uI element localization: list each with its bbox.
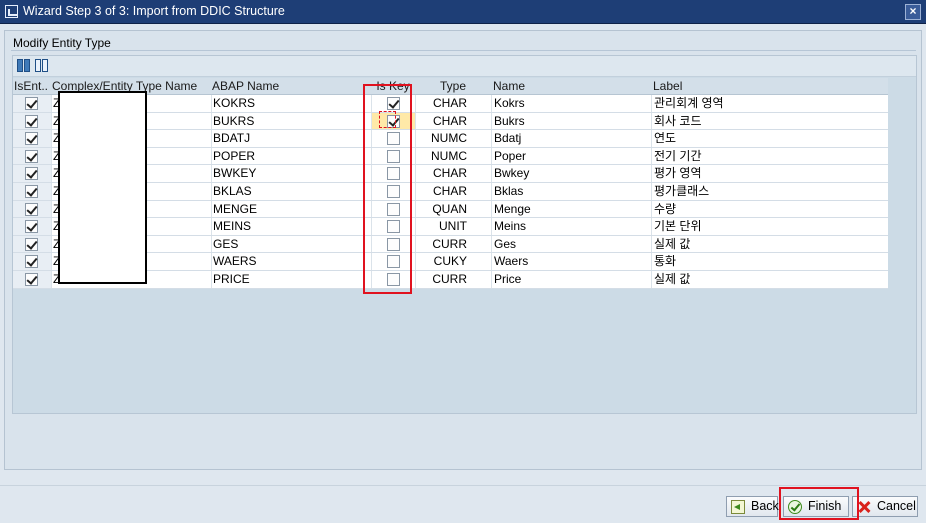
name-cell[interactable]: Price [491, 270, 651, 288]
back-button[interactable]: Back [726, 496, 779, 517]
is-entity-checkbox[interactable] [25, 184, 38, 198]
type-cell: CHAR [415, 182, 491, 200]
label-cell[interactable]: 평가클래스 [651, 182, 888, 200]
cancel-label: Cancel [877, 499, 916, 513]
is-entity-cell [13, 270, 51, 288]
is-entity-cell [13, 147, 51, 165]
type-cell: NUMC [415, 147, 491, 165]
grid-toolbar [13, 56, 916, 77]
name-cell[interactable]: Menge [491, 200, 651, 218]
header-is-entity[interactable]: IsEnt.. [13, 78, 51, 94]
type-cell: CURR [415, 270, 491, 288]
name-cell[interactable]: Kokrs [491, 95, 651, 112]
label-cell[interactable]: 회사 코드 [651, 112, 888, 130]
label-cell[interactable]: 기본 단위 [651, 218, 888, 235]
label-cell[interactable]: 관리회계 영역 [651, 95, 888, 112]
is-entity-cell [13, 130, 51, 147]
name-cell[interactable]: Bukrs [491, 112, 651, 130]
name-cell[interactable]: Meins [491, 218, 651, 235]
abap-name-cell: BDATJ [211, 130, 371, 147]
is-entity-cell [13, 165, 51, 182]
abap-name-cell: MEINS [211, 218, 371, 235]
window-title: Wizard Step 3 of 3: Import from DDIC Str… [23, 4, 285, 18]
group-divider [11, 50, 916, 51]
type-cell: CUKY [415, 253, 491, 270]
back-label: Back [751, 499, 779, 513]
name-cell[interactable]: Ges [491, 235, 651, 253]
is-entity-checkbox[interactable] [25, 255, 38, 269]
header-name[interactable]: Name [491, 78, 651, 94]
abap-name-cell: MENGE [211, 200, 371, 218]
abap-name-cell: BWKEY [211, 165, 371, 182]
cancel-button[interactable]: Cancel [852, 496, 918, 517]
is-entity-cell [13, 218, 51, 235]
is-entity-cell [13, 182, 51, 200]
back-icon [731, 500, 745, 514]
name-cell[interactable]: Poper [491, 147, 651, 165]
is-entity-checkbox[interactable] [25, 220, 38, 234]
abap-name-cell: KOKRS [211, 95, 371, 112]
is-entity-checkbox[interactable] [25, 237, 38, 251]
window-icon [5, 5, 18, 18]
name-cell[interactable]: Bwkey [491, 165, 651, 182]
is-entity-cell [13, 112, 51, 130]
name-cell[interactable]: Bklas [491, 182, 651, 200]
group-title: Modify Entity Type [13, 36, 111, 50]
type-cell: CURR [415, 235, 491, 253]
is-entity-cell [13, 200, 51, 218]
label-cell[interactable]: 실제 값 [651, 235, 888, 253]
header-type[interactable]: Type [415, 78, 491, 94]
is-entity-checkbox[interactable] [25, 114, 38, 128]
is-entity-checkbox[interactable] [25, 97, 38, 110]
finish-highlight [779, 487, 859, 520]
type-cell: CHAR [415, 95, 491, 112]
type-cell: NUMC [415, 130, 491, 147]
cancel-icon [857, 500, 871, 514]
label-cell[interactable]: 평가 영역 [651, 165, 888, 182]
entity-grid: IsEnt.. Complex/Entity Type Name ABAP Na… [12, 55, 917, 414]
abap-name-cell: BUKRS [211, 112, 371, 130]
header-label[interactable]: Label [651, 78, 888, 94]
is-entity-checkbox[interactable] [25, 272, 38, 286]
header-abap-name[interactable]: ABAP Name [211, 78, 371, 94]
label-cell[interactable]: 실제 값 [651, 270, 888, 288]
redaction-box [58, 91, 147, 284]
is-entity-checkbox[interactable] [25, 149, 38, 163]
select-all-icon[interactable] [16, 58, 31, 73]
footer-divider [0, 485, 926, 486]
is-entity-cell [13, 95, 51, 112]
label-cell[interactable]: 연도 [651, 130, 888, 147]
focus-highlight [379, 111, 396, 128]
is-entity-checkbox[interactable] [25, 167, 38, 181]
name-cell[interactable]: Waers [491, 253, 651, 270]
close-icon[interactable]: × [905, 4, 921, 20]
abap-name-cell: BKLAS [211, 182, 371, 200]
label-cell[interactable]: 수량 [651, 200, 888, 218]
type-cell: QUAN [415, 200, 491, 218]
is-entity-checkbox[interactable] [25, 132, 38, 146]
label-cell[interactable]: 통화 [651, 253, 888, 270]
abap-name-cell: GES [211, 235, 371, 253]
is-entity-checkbox[interactable] [25, 202, 38, 216]
is-entity-cell [13, 235, 51, 253]
name-cell[interactable]: Bdatj [491, 130, 651, 147]
abap-name-cell: PRICE [211, 270, 371, 288]
type-cell: CHAR [415, 112, 491, 130]
is-entity-cell [13, 253, 51, 270]
type-cell: CHAR [415, 165, 491, 182]
label-cell[interactable]: 전기 기간 [651, 147, 888, 165]
abap-name-cell: WAERS [211, 253, 371, 270]
window-titlebar: Wizard Step 3 of 3: Import from DDIC Str… [0, 0, 926, 24]
deselect-all-icon[interactable] [34, 58, 49, 73]
type-cell: UNIT [415, 218, 491, 235]
abap-name-cell: POPER [211, 147, 371, 165]
